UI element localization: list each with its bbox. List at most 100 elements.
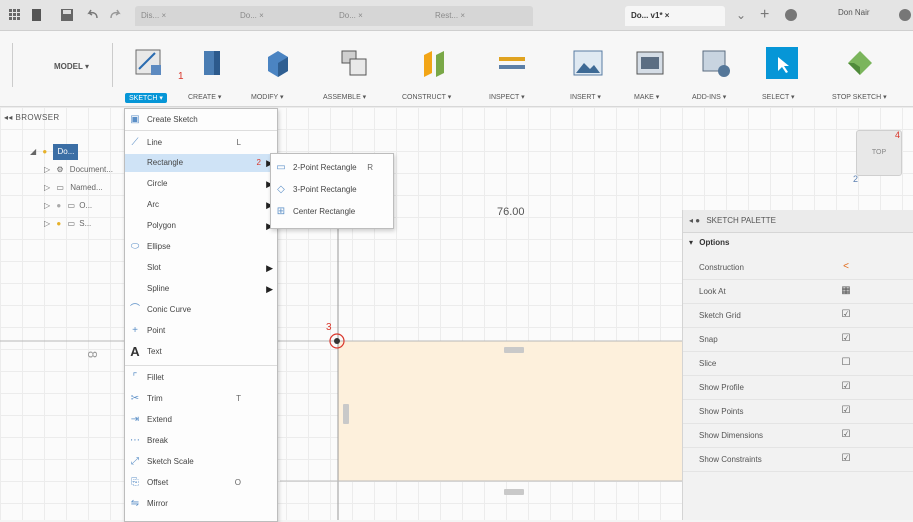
expand-arrow-icon[interactable]: ◢	[30, 147, 36, 156]
palette-row-show-points[interactable]: Show Points ☑	[683, 400, 913, 424]
tab-4[interactable]: Rest... ×	[429, 6, 533, 26]
menu-item-polygon[interactable]: Polygon▶	[125, 217, 277, 235]
lightbulb-icon[interactable]: ●	[56, 219, 61, 228]
menu-item-create-sketch[interactable]: ▣ Create Sketch	[125, 111, 277, 129]
offset-icon: ⎘	[131, 477, 139, 488]
checkbox-checked-icon[interactable]: ☑	[841, 382, 851, 392]
assemble-joint-icon[interactable]	[338, 47, 370, 79]
browser-row-document-settings[interactable]: ▷ ⚙ Document...	[44, 162, 113, 178]
checkbox-checked-icon[interactable]: ☑	[841, 310, 851, 320]
browser-root-row[interactable]: ◢ ● Do...	[30, 144, 79, 160]
expand-arrow-icon[interactable]: ▷	[44, 201, 50, 210]
add-ins-scripts-icon[interactable]	[700, 47, 732, 79]
palette-row-show-profile[interactable]: Show Profile ☑	[683, 376, 913, 400]
lightbulb-icon[interactable]: ●	[42, 147, 47, 156]
insert-group-menu[interactable]: INSERT ▾	[570, 93, 601, 101]
checkbox-checked-icon[interactable]: ☑	[841, 334, 851, 344]
lightbulb-icon[interactable]: ●	[56, 201, 61, 210]
inspect-group-menu[interactable]: INSPECT ▾	[489, 93, 525, 101]
checkbox-checked-icon[interactable]: ☑	[841, 430, 851, 440]
browser-row-sketches[interactable]: ▷ ● ▭ S...	[44, 216, 91, 232]
look-at-icon[interactable]: ▦	[841, 286, 851, 296]
menu-item-ellipse[interactable]: ⬭ Ellipse	[125, 238, 277, 256]
dimension-label-vertical[interactable]: 8	[85, 351, 100, 358]
create-group-menu[interactable]: CREATE ▾	[188, 93, 221, 101]
tab-1[interactable]: Dis... ×	[135, 6, 242, 26]
expand-arrow-icon[interactable]: ▷	[44, 219, 50, 228]
make-group-menu[interactable]: MAKE ▾	[634, 93, 659, 101]
construction-icon[interactable]: <	[841, 262, 851, 272]
collapse-icon[interactable]: ◂◂	[4, 113, 13, 122]
menu-item-spline[interactable]: Spline ▶	[125, 280, 277, 298]
browser-row-origin[interactable]: ▷ ● ▭ O...	[44, 198, 92, 214]
menu-item-mirror[interactable]: ⇋ Mirror	[125, 495, 277, 513]
menu-item-text[interactable]: A Text	[125, 343, 277, 361]
construct-plane-icon[interactable]	[418, 47, 450, 79]
insert-image-icon[interactable]	[572, 47, 604, 79]
menu-item-rectangle[interactable]: Rectangle2▶	[125, 154, 277, 172]
select-group-menu[interactable]: SELECT ▾	[762, 93, 795, 101]
menu-item-center-rectangle[interactable]: ⊞ Center Rectangle	[271, 203, 393, 221]
sketch-group-menu[interactable]: SKETCH ▾	[125, 93, 167, 103]
tab-active[interactable]: Do... v1* ×	[625, 6, 725, 26]
menu-item-3-point-rectangle[interactable]: ◇ 3-Point Rectangle	[271, 181, 393, 199]
create-extrude-icon[interactable]	[196, 47, 228, 79]
create-sketch-tool-icon[interactable]	[133, 47, 165, 79]
menu-item-line[interactable]: ⟋ Line L	[125, 134, 277, 152]
undo-icon[interactable]	[86, 8, 100, 22]
clock-icon[interactable]	[784, 8, 798, 22]
checkbox-checked-icon[interactable]: ☑	[841, 454, 851, 464]
palette-row-snap[interactable]: Snap ☑	[683, 328, 913, 352]
add-ins-group-menu[interactable]: ADD-INS ▾	[692, 93, 726, 101]
expand-arrow-icon[interactable]: ▷	[44, 183, 50, 192]
menu-separator	[125, 130, 277, 131]
make-3d-print-icon[interactable]	[634, 47, 666, 79]
user-name[interactable]: Don Nair	[838, 8, 870, 17]
palette-row-sketch-grid[interactable]: Sketch Grid ☑	[683, 304, 913, 328]
menu-item-point[interactable]: + Point	[125, 322, 277, 340]
menu-item-conic-curve[interactable]: ⌒ Conic Curve	[125, 301, 277, 319]
checkbox-checked-icon[interactable]: ☑	[841, 406, 851, 416]
help-icon[interactable]	[898, 8, 912, 22]
menu-item-trim[interactable]: ✂ Trim T	[125, 390, 277, 408]
dimension-label[interactable]: 76.00	[497, 206, 525, 218]
browser-row-named-views[interactable]: ▷ ▭ Named...	[44, 180, 103, 196]
menu-item-fillet[interactable]: ⌜ Fillet	[125, 369, 277, 387]
menu-item-circle[interactable]: Circle▶	[125, 175, 277, 193]
menu-item-2-point-rectangle[interactable]: ▭ 2-Point Rectangle R	[271, 159, 393, 177]
browser-header[interactable]: ◂◂ BROWSER	[0, 108, 120, 128]
palette-collapse-icon[interactable]: ◂ ●	[689, 216, 700, 225]
palette-row-slice[interactable]: Slice ☐	[683, 352, 913, 376]
stop-sketch-icon[interactable]	[844, 47, 876, 79]
modify-group-menu[interactable]: MODIFY ▾	[251, 93, 284, 101]
redo-icon[interactable]	[108, 8, 122, 22]
grid-menu-icon[interactable]	[8, 8, 22, 22]
menu-item-offset[interactable]: ⎘ Offset O	[125, 474, 277, 492]
workspace-switcher[interactable]: MODEL ▾	[54, 62, 89, 71]
file-icon[interactable]	[30, 8, 44, 22]
modify-press-pull-icon[interactable]	[262, 47, 294, 79]
select-tool-icon[interactable]	[766, 47, 798, 79]
tab-2[interactable]: Do... ×	[234, 6, 341, 26]
menu-item-extend[interactable]: ⇥ Extend	[125, 411, 277, 429]
new-tab-icon[interactable]: +	[760, 7, 774, 23]
palette-row-show-constraints[interactable]: Show Constraints ☑	[683, 448, 913, 472]
menu-item-slot[interactable]: Slot ▶	[125, 259, 277, 277]
expand-arrow-icon[interactable]: ▷	[44, 165, 50, 174]
menu-item-break[interactable]: ⋯ Break	[125, 432, 277, 450]
construct-group-menu[interactable]: CONSTRUCT ▾	[402, 93, 451, 101]
palette-header[interactable]: ◂ ● SKETCH PALETTE	[683, 210, 913, 233]
chevron-down-icon[interactable]: ⌄	[736, 8, 750, 22]
inspect-measure-icon[interactable]	[496, 47, 528, 79]
save-icon[interactable]	[60, 8, 74, 22]
palette-row-look-at[interactable]: Look At ▦	[683, 280, 913, 304]
palette-row-construction[interactable]: Construction <	[683, 256, 913, 280]
menu-item-sketch-scale[interactable]: ⤢ Sketch Scale	[125, 453, 277, 471]
palette-row-show-dimensions[interactable]: Show Dimensions ☑	[683, 424, 913, 448]
options-section-header[interactable]: ▾ Options	[683, 233, 913, 253]
menu-item-arc[interactable]: Arc▶	[125, 196, 277, 214]
checkbox-empty-icon[interactable]: ☐	[841, 358, 851, 368]
stop-sketch-group-menu[interactable]: STOP SKETCH ▾	[832, 93, 887, 101]
tab-3[interactable]: Do... ×	[333, 6, 437, 26]
assemble-group-menu[interactable]: ASSEMBLE ▾	[323, 93, 366, 101]
